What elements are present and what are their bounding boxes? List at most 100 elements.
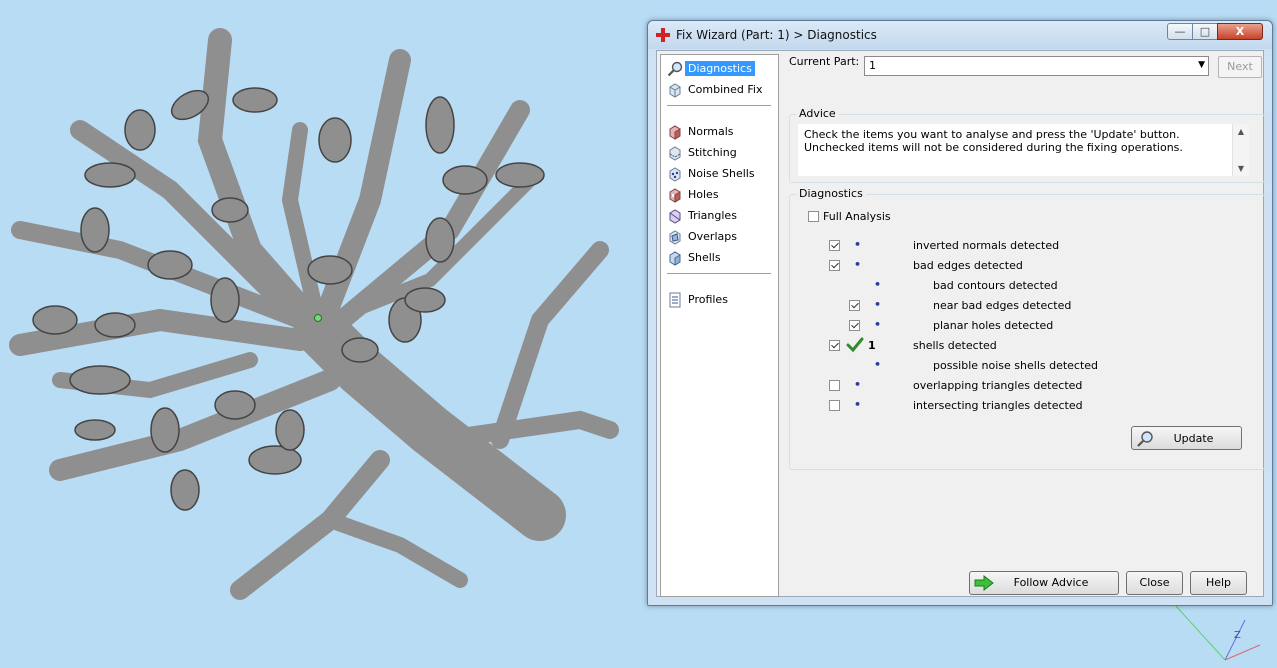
window-title: Fix Wizard (Part: 1) > Diagnostics <box>676 28 877 42</box>
current-part-select[interactable]: 1 ▼ <box>864 56 1209 76</box>
row-checkbox[interactable] <box>829 340 840 351</box>
nav-item-overlaps[interactable]: Overlaps <box>667 227 737 246</box>
row-label: possible noise shells detected <box>933 359 1099 372</box>
row-label: planar holes detected <box>933 319 1054 332</box>
document-icon <box>669 292 681 307</box>
nav-label: Stitching <box>688 146 737 159</box>
noise-shells-icon <box>669 166 681 182</box>
full-analysis-label: Full Analysis <box>823 210 891 223</box>
status-dot: • <box>854 258 862 271</box>
diag-row-inverted-normals: • inverted normals detected <box>790 238 1260 254</box>
nav-item-stitching[interactable]: Stitching <box>667 143 737 162</box>
nav-label: Profiles <box>688 293 728 306</box>
row-label: shells detected <box>913 339 997 352</box>
minimize-button[interactable]: — <box>1167 23 1193 40</box>
nav-label: Noise Shells <box>688 167 755 180</box>
full-analysis-row[interactable]: Full Analysis <box>808 210 891 223</box>
nav-item-holes[interactable]: Holes <box>667 185 719 204</box>
green-arrow-icon <box>974 575 994 591</box>
diag-row-bad-edges: • bad edges detected <box>790 258 1260 274</box>
nav-label: Holes <box>688 188 719 201</box>
row-checkbox[interactable] <box>829 240 840 251</box>
advice-title: Advice <box>796 107 839 120</box>
triangles-icon <box>669 208 681 224</box>
close-button[interactable]: Close <box>1126 571 1183 595</box>
ok-check-icon <box>846 337 864 353</box>
row-checkbox[interactable] <box>829 260 840 271</box>
magnifier-icon <box>667 61 683 76</box>
nav-separator <box>667 273 771 274</box>
diagnostics-group: Diagnostics Full Analysis • inverted nor… <box>789 187 1265 470</box>
stitching-icon <box>669 145 681 161</box>
diag-row-intersecting-triangles: • intersecting triangles detected <box>790 398 1260 414</box>
nav-label: Diagnostics <box>685 61 755 76</box>
dialog-body: Diagnostics Combined Fix Normals Stitchi… <box>656 50 1265 597</box>
row-label: inverted normals detected <box>913 239 1060 252</box>
nav-label: Normals <box>688 125 734 138</box>
diag-row-near-bad-edges: • near bad edges detected <box>790 298 1260 314</box>
nav-item-noise-shells[interactable]: Noise Shells <box>667 164 755 183</box>
row-label: near bad edges detected <box>933 299 1072 312</box>
row-checkbox[interactable] <box>829 380 840 391</box>
advice-scrollbar[interactable]: ▲ ▼ <box>1232 124 1249 176</box>
diag-row-overlapping-triangles: • overlapping triangles detected <box>790 378 1260 394</box>
scroll-up-icon[interactable]: ▲ <box>1233 127 1249 136</box>
row-checkbox[interactable] <box>849 300 860 311</box>
status-dot: • <box>874 298 882 311</box>
status-dot: • <box>874 358 882 371</box>
nav-separator <box>667 105 771 106</box>
nav-label: Overlaps <box>688 230 737 243</box>
status-dot: • <box>854 378 862 391</box>
update-label: Update <box>1173 432 1214 445</box>
cube-icon <box>669 82 681 98</box>
diag-row-planar-holes: • planar holes detected <box>790 318 1260 334</box>
shells-icon <box>669 250 681 266</box>
status-dot: • <box>854 238 862 251</box>
status-dot: • <box>874 278 882 291</box>
shells-count: 1 <box>868 339 876 352</box>
next-button[interactable]: Next <box>1218 56 1262 78</box>
normals-cube-icon <box>669 124 681 140</box>
follow-advice-label: Follow Advice <box>1013 576 1089 589</box>
diagnostics-title: Diagnostics <box>796 187 866 200</box>
current-part-value: 1 <box>869 59 876 72</box>
close-window-button[interactable]: X <box>1217 23 1263 40</box>
scroll-down-icon[interactable]: ▼ <box>1233 164 1249 173</box>
help-button[interactable]: Help <box>1190 571 1247 595</box>
nav-label: Triangles <box>688 209 737 222</box>
nav-item-triangles[interactable]: Triangles <box>667 206 737 225</box>
axis-triad: Z <box>1174 604 1261 661</box>
row-label: intersecting triangles detected <box>913 399 1083 412</box>
z-axis-label: Z <box>1234 630 1241 641</box>
update-button[interactable]: Update <box>1131 426 1242 450</box>
nav-label: Shells <box>688 251 721 264</box>
diag-row-bad-contours: • bad contours detected <box>790 278 1260 294</box>
nav-label: Combined Fix <box>688 83 763 96</box>
nav-item-diagnostics[interactable]: Diagnostics <box>667 59 755 78</box>
tree-model-render[interactable] <box>0 0 640 620</box>
nav-item-normals[interactable]: Normals <box>667 122 734 141</box>
holes-icon <box>669 187 681 203</box>
current-part-label: Current Part: <box>789 55 860 68</box>
overlaps-icon <box>669 229 681 245</box>
row-label: bad edges detected <box>913 259 1023 272</box>
wizard-nav-list: Diagnostics Combined Fix Normals Stitchi… <box>660 54 779 597</box>
row-label: bad contours detected <box>933 279 1058 292</box>
full-analysis-checkbox[interactable] <box>808 211 819 222</box>
advice-text: Check the items you want to analyse and … <box>798 124 1232 176</box>
row-checkbox[interactable] <box>849 320 860 331</box>
follow-advice-button[interactable]: Follow Advice <box>969 571 1119 595</box>
diag-row-shells: 1 shells detected <box>790 337 1260 354</box>
nav-item-profiles[interactable]: Profiles <box>667 290 728 309</box>
red-cross-icon <box>656 28 670 42</box>
status-dot: • <box>854 398 862 411</box>
nav-item-combined-fix[interactable]: Combined Fix <box>667 80 762 99</box>
maximize-button[interactable]: □ <box>1192 23 1218 40</box>
nav-item-shells[interactable]: Shells <box>667 248 721 267</box>
diag-row-noise-shells: • possible noise shells detected <box>790 358 1260 374</box>
fix-wizard-dialog: Fix Wizard (Part: 1) > Diagnostics — □ X… <box>647 20 1273 606</box>
row-checkbox[interactable] <box>829 400 840 411</box>
advice-group: Advice Check the items you want to analy… <box>789 107 1265 183</box>
chevron-down-icon: ▼ <box>1198 60 1205 70</box>
title-bar[interactable]: Fix Wizard (Part: 1) > Diagnostics — □ X <box>648 21 1272 49</box>
